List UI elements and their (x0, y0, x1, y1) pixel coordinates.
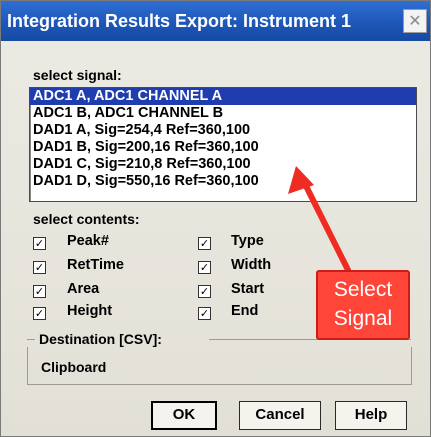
height-label: Height (67, 303, 113, 319)
end-checkbox[interactable]: ✓ (198, 307, 211, 320)
area-label: Area (67, 281, 100, 297)
destination-value[interactable]: Clipboard (41, 359, 106, 375)
check-icon: ✓ (34, 307, 45, 320)
select-contents-label: select contents: (33, 211, 140, 227)
start-label: Start (231, 281, 265, 297)
type-checkbox[interactable]: ✓ (198, 237, 211, 250)
export-dialog: Integration Results Export: Instrument 1… (0, 0, 431, 437)
window-title: Integration Results Export: Instrument 1 (7, 11, 352, 31)
rettime-label: RetTime (67, 257, 124, 273)
signal-item[interactable]: ADC1 B, ADC1 CHANNEL B (30, 105, 416, 122)
signal-item[interactable]: ADC1 A, ADC1 CHANNEL A (30, 88, 416, 105)
type-label: Type (231, 233, 264, 249)
height-checkbox[interactable]: ✓ (33, 307, 46, 320)
signal-item[interactable]: DAD1 C, Sig=210,8 Ref=360,100 (30, 156, 416, 173)
cancel-button[interactable]: Cancel (239, 401, 321, 430)
check-icon: ✓ (199, 285, 210, 298)
width-label: Width (231, 257, 272, 273)
check-icon: ✓ (199, 237, 210, 250)
signal-item[interactable]: DAD1 B, Sig=200,16 Ref=360,100 (30, 139, 416, 156)
start-checkbox[interactable]: ✓ (198, 285, 211, 298)
signal-item[interactable]: DAD1 D, Sig=550,16 Ref=360,100 (30, 173, 416, 190)
peak-number-label: Peak# (67, 233, 109, 249)
callout-line-2: Signal (333, 307, 393, 330)
check-icon: ✓ (34, 285, 45, 298)
close-button[interactable]: ✕ (403, 9, 427, 33)
width-checkbox[interactable]: ✓ (198, 261, 211, 274)
rettime-checkbox[interactable]: ✓ (33, 261, 46, 274)
peak-number-checkbox[interactable]: ✓ (33, 237, 46, 250)
destination-label: Destination [CSV]: (39, 331, 162, 347)
title-bar[interactable]: Integration Results Export: Instrument 1 (1, 1, 430, 41)
signal-item[interactable]: DAD1 A, Sig=254,4 Ref=360,100 (30, 122, 416, 139)
ok-button[interactable]: OK (151, 401, 217, 430)
help-button[interactable]: Help (335, 401, 407, 430)
callout-line-1: Select (333, 278, 393, 301)
close-icon: ✕ (408, 11, 422, 30)
signal-listbox[interactable]: ADC1 A, ADC1 CHANNEL A ADC1 B, ADC1 CHAN… (29, 87, 417, 202)
select-signal-callout: Select Signal (316, 270, 410, 340)
check-icon: ✓ (199, 261, 210, 274)
end-label: End (231, 303, 259, 319)
area-checkbox[interactable]: ✓ (33, 285, 46, 298)
select-signal-label: select signal: (33, 67, 122, 83)
check-icon: ✓ (34, 237, 45, 250)
check-icon: ✓ (199, 307, 210, 320)
check-icon: ✓ (34, 261, 45, 274)
